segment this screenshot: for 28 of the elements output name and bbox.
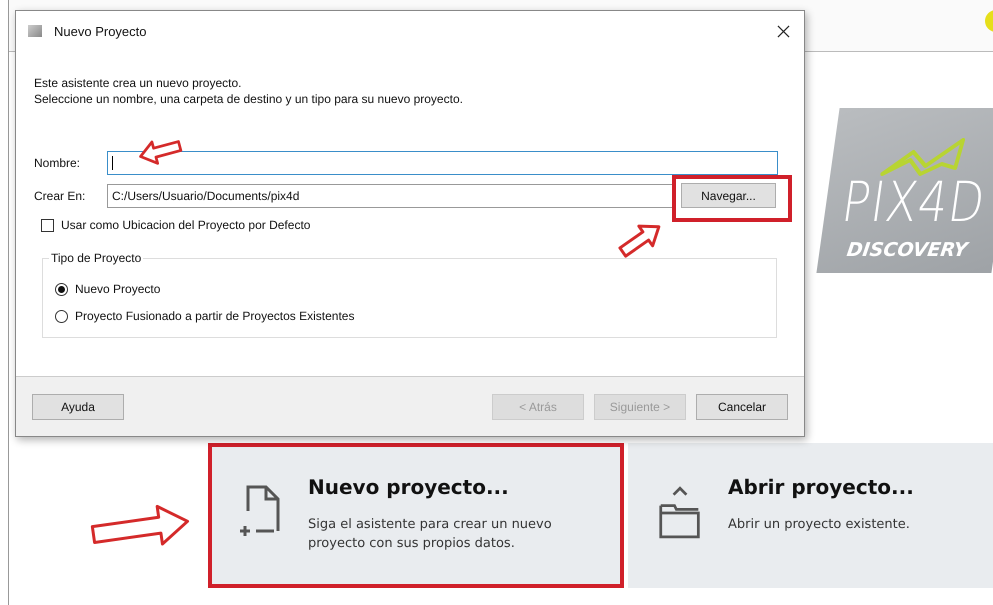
dialog-button[interactable]: Ayuda	[32, 394, 124, 420]
browse-button[interactable]: Navegar...	[681, 183, 776, 208]
radio-label: Nuevo Proyecto	[75, 282, 160, 296]
field-label: Crear En:	[34, 188, 86, 202]
dialog-button[interactable]: Cancelar	[696, 394, 788, 420]
logo-text: PIX4D	[838, 174, 990, 230]
app-icon	[28, 25, 42, 37]
intro-text: Seleccione un nombre, una carpeta de destino y un tipo para su nuevo proyecto.	[34, 91, 464, 107]
card-title: Nuevo proyecto...	[308, 475, 510, 499]
action-card[interactable]: Abrir proyecto... Abrir un proyecto existente.	[628, 443, 993, 588]
location-field[interactable]: C:/Users/Usuario/Documents/pix4d	[107, 184, 673, 208]
logo-subtitle: DISCOVERY	[845, 239, 969, 261]
radio-button[interactable]	[55, 310, 68, 322]
name-field[interactable]	[107, 151, 778, 175]
card-description: Siga el asistente para crear un nuevo proyecto con sus propios datos.	[308, 516, 553, 553]
radio-label: Proyecto Fusionado a partir de Proyectos Existentes	[75, 309, 354, 323]
radio-button[interactable]	[55, 282, 68, 296]
field-label: Nombre:	[34, 156, 82, 170]
card-title: Abrir proyecto...	[728, 475, 915, 499]
action-card[interactable]: Nuevo proyecto... Siga el asistente para crear un nuevo proyecto con sus propios datos.	[208, 443, 624, 588]
close-icon[interactable]	[777, 24, 790, 38]
swoosh-icon	[880, 138, 966, 178]
checkbox[interactable]	[41, 218, 54, 232]
window-title: Nuevo Proyecto	[54, 24, 148, 38]
card-description: Abrir un proyecto existente.	[728, 516, 911, 534]
intro-text: Este asistente crea un nuevo proyecto.	[34, 75, 242, 91]
group-title: Tipo de Proyecto	[49, 251, 144, 265]
checkbox-label: Usar como Ubicacion del Proyecto por Defecto	[61, 218, 310, 232]
